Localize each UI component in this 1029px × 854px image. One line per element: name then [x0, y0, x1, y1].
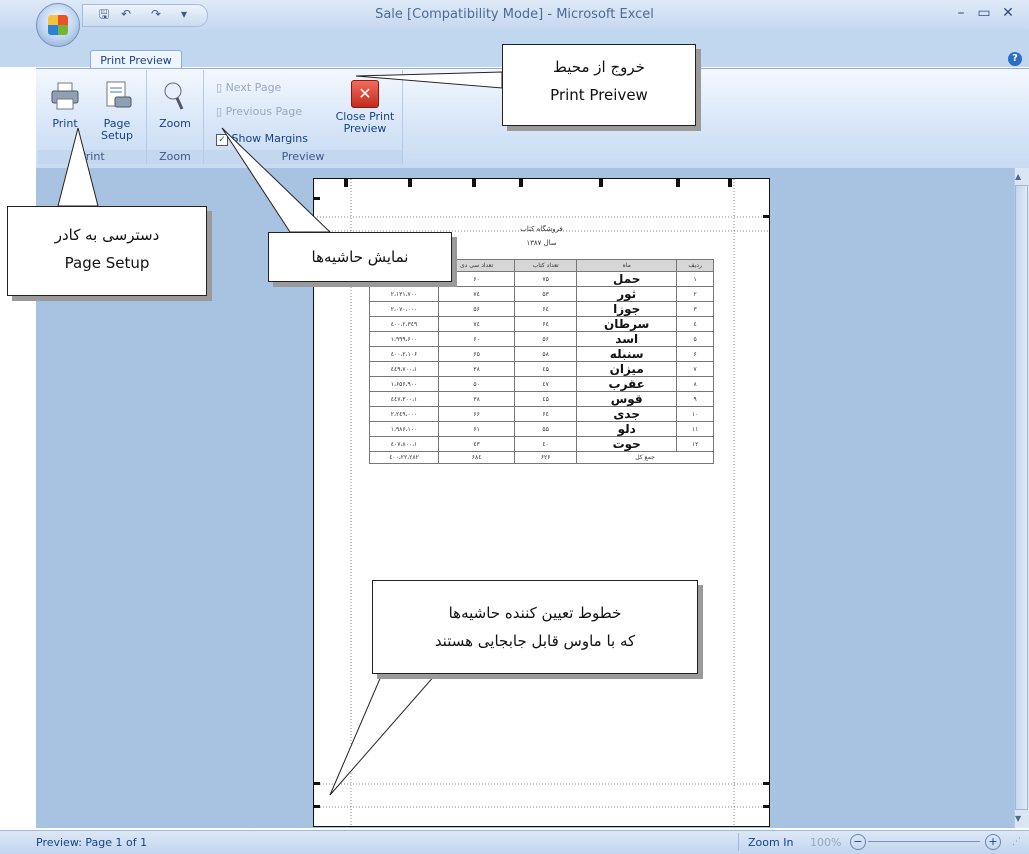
zoom-in-icon[interactable]: + — [985, 834, 1001, 850]
margin-lines-callout-line1: خطوط تعیین کننده حاشیه‌ها — [448, 604, 622, 622]
resize-grip-icon[interactable]: ⋰ — [1012, 837, 1021, 847]
callout-pointers — [57, 71, 503, 796]
office-logo-icon — [48, 15, 68, 35]
status-bar: Preview: Page 1 of 1 Zoom In 100% − + ⋰ — [0, 830, 1029, 854]
office-button[interactable] — [36, 3, 80, 47]
show-margins-callout: نمایش حاشیه‌ها — [268, 232, 452, 282]
page-setup-callout-line2: Page Setup — [64, 254, 150, 272]
page-info: Preview: Page 1 of 1 — [36, 836, 148, 849]
zoom-level: 100% — [810, 836, 842, 849]
exit-callout-line2: Print Preivew — [550, 86, 648, 104]
margin-lines-callout-line2: که با ماوس قابل جابجایی هستند — [434, 632, 636, 650]
page-setup-callout: دسترسی به کادر Page Setup — [7, 206, 207, 296]
status-divider — [738, 833, 739, 851]
page-setup-callout-line1: دسترسی به کادر — [54, 226, 160, 244]
exit-preview-callout: خروج از محیط Print Preivew — [502, 44, 696, 126]
zoom-in-label[interactable]: Zoom In — [748, 836, 793, 849]
zoom-out-icon[interactable]: − — [850, 834, 866, 850]
margins-callout-line1: نمایش حاشیه‌ها — [311, 248, 409, 266]
zoom-slider-track[interactable] — [868, 841, 980, 842]
exit-callout-line1: خروج از محیط — [553, 58, 645, 76]
margin-lines-callout: خطوط تعیین کننده حاشیه‌ها که با ماوس قاب… — [372, 580, 698, 674]
